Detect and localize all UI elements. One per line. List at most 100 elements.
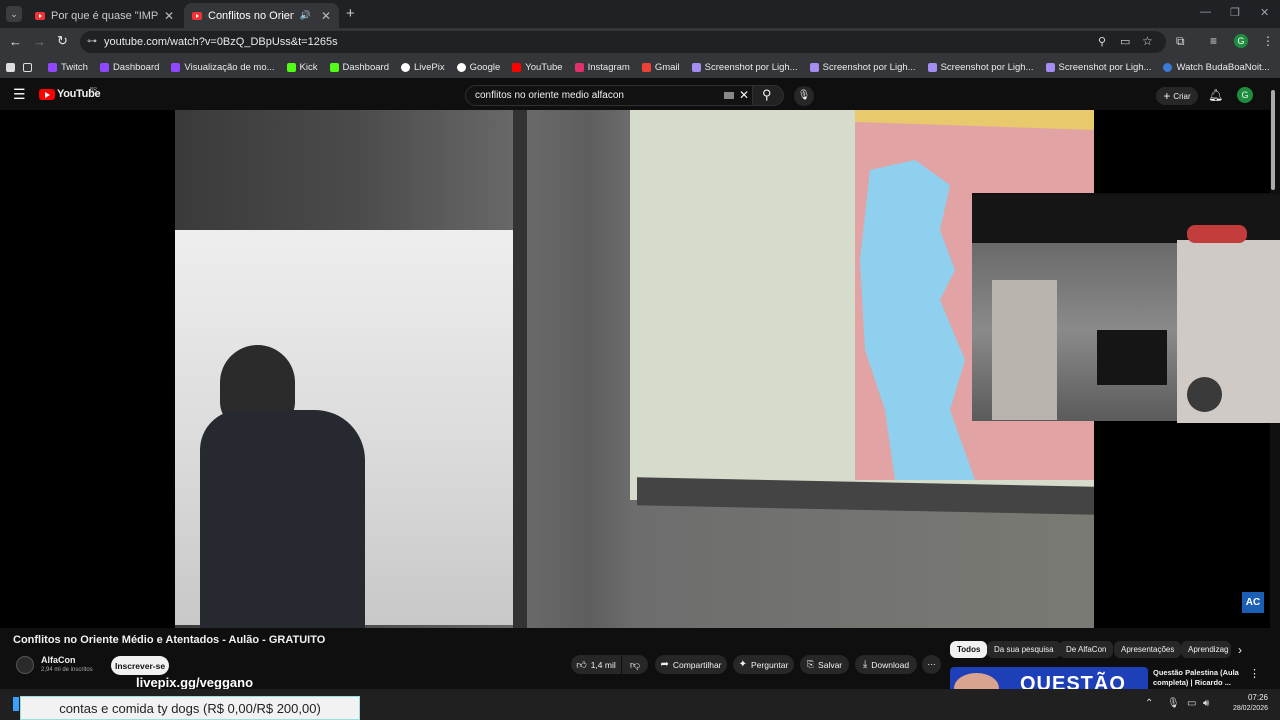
apps-icon[interactable] (6, 62, 15, 72)
bookmark-star-icon[interactable]: ☆ (1142, 34, 1153, 48)
clock-date[interactable]: 28/02/2026 (1218, 705, 1268, 712)
minimize-icon[interactable]: — (1200, 6, 1211, 18)
lightshot-icon (809, 62, 819, 72)
subscribe-button[interactable]: Inscrever-se (111, 656, 169, 675)
hamburger-menu-icon[interactable]: ☰ (13, 87, 26, 101)
tab-title: Por que é quase "IMPOSSÍVEL" (51, 9, 158, 22)
bookmark-screenshot-4[interactable]: Screenshot por Ligh... (1045, 62, 1151, 73)
reading-list-icon[interactable]: ≡ (1210, 34, 1217, 48)
bookmark-google[interactable]: Google (456, 62, 500, 73)
chip-aprendizagem[interactable]: Aprendizag (1181, 641, 1231, 658)
related-video-thumbnail[interactable]: QUESTÃO (950, 667, 1148, 689)
cast-icon[interactable]: ▭ (1120, 35, 1130, 48)
channel-avatar[interactable] (16, 656, 34, 674)
like-button[interactable]: 👍︎ 1,4 mil (571, 655, 621, 674)
bookmark-instagram[interactable]: Instagram (574, 62, 630, 73)
thumbs-down-icon: 👎︎ (629, 659, 641, 671)
thumbs-up-icon: 👍︎ (576, 659, 587, 671)
bookmark-screenshot-1[interactable]: Screenshot por Ligh... (691, 62, 798, 73)
thumbnail-face (954, 673, 999, 689)
livepix-icon (400, 62, 410, 72)
search-input[interactable]: conflitos no oriente medio alfacon ✕ (465, 85, 753, 106)
bookmark-budaboanoite[interactable]: Watch BudaBoaNoit... (1163, 62, 1270, 73)
share-button[interactable]: ➦ Compartilhar (655, 655, 727, 674)
bookmark-kick[interactable]: Kick (286, 62, 318, 73)
start-icon[interactable] (13, 697, 19, 711)
bookmarks-bar: Twitch Dashboard Visualização de mo... K… (0, 56, 1280, 127)
tab-search-chevron-icon[interactable]: ⌄ (6, 6, 22, 22)
site-info-icon[interactable]: ⊶ (87, 36, 97, 47)
watch-party-icon (1163, 62, 1173, 72)
bookmark-gmail[interactable]: Gmail (641, 62, 680, 73)
tab-groups-icon[interactable] (23, 62, 32, 72)
tab-inactive[interactable]: Por que é quase "IMPOSSÍVEL" ✕ (27, 3, 182, 28)
ask-button[interactable]: ✦ Perguntar (733, 655, 794, 674)
tray-chevron-icon[interactable]: ⌃ (1145, 698, 1153, 709)
download-button[interactable]: ⤓ Download (855, 655, 917, 674)
twitch-icon (48, 62, 57, 72)
address-bar[interactable]: ⊶ youtube.com/watch?v=0BzQ_DBpUss&t=1265… (80, 31, 1166, 53)
channel-name[interactable]: AlfaCon (41, 655, 76, 665)
bookmark-screenshot-2[interactable]: Screenshot por Ligh... (809, 62, 916, 73)
forward-icon[interactable]: → (33, 34, 46, 49)
voice-search-icon[interactable]: 🎙︎ (794, 86, 814, 106)
url-text: youtube.com/watch?v=0BzQ_DBpUss&t=1265s (104, 36, 338, 48)
bookmark-visualizacao[interactable]: Visualização de mo... (171, 62, 275, 73)
youtube-favicon-icon (192, 11, 202, 20)
clear-search-icon[interactable]: ✕ (739, 88, 749, 102)
video-title: Conflitos no Oriente Médio e Atentados -… (13, 634, 326, 646)
close-tab-icon[interactable]: ✕ (164, 9, 174, 23)
close-tab-icon[interactable]: ✕ (321, 9, 331, 23)
donation-goal-overlay: contas e comida ty dogs (R$ 0,00/R$ 200,… (20, 696, 360, 720)
thumbnail-text: QUESTÃO (1020, 673, 1126, 689)
chip-todos[interactable]: Todos (950, 641, 988, 658)
related-video-title[interactable]: Questão Palestina (Aula completa) | Rica… (1153, 668, 1245, 688)
webcam-tv (1097, 330, 1167, 385)
bookmark-youtube[interactable]: YouTube (512, 62, 563, 73)
presenter-body (200, 410, 365, 628)
reload-icon[interactable]: ↻ (57, 33, 68, 49)
notifications-bell-icon[interactable]: 🔔︎ (1208, 88, 1223, 102)
microphone-icon[interactable]: 🎙︎ (1167, 698, 1180, 709)
profile-avatar[interactable]: G (1234, 34, 1248, 48)
keyboard-icon[interactable] (724, 92, 734, 99)
channel-watermark-icon[interactable]: AC (1242, 593, 1264, 613)
restore-icon[interactable]: ❐ (1230, 6, 1240, 19)
dislike-button[interactable]: 👎︎ (622, 655, 648, 674)
related-more-icon[interactable]: ⋮ (1249, 667, 1260, 680)
network-icon[interactable]: ▭ (1187, 698, 1196, 709)
youtube-avatar[interactable]: G (1237, 87, 1253, 103)
lightshot-icon (691, 62, 701, 72)
bookmark-kick-dashboard[interactable]: Dashboard (329, 62, 389, 73)
page-scrollbar[interactable] (1271, 90, 1275, 190)
chip-apresentacoes[interactable]: Apresentações (1114, 641, 1182, 658)
speaker-icon[interactable]: 🔊 (300, 10, 311, 21)
youtube-logo-icon[interactable] (39, 89, 55, 100)
share-icon: ➦ (660, 659, 669, 670)
search-button[interactable]: ⚲ (752, 85, 784, 106)
clock-time[interactable]: 07:26 (1228, 693, 1268, 702)
bookmark-livepix[interactable]: LivePix (400, 62, 445, 73)
google-icon (456, 62, 466, 72)
save-button[interactable]: ⎘ Salvar (800, 655, 849, 674)
back-icon[interactable]: ← (9, 34, 22, 49)
chip-de-alfacon[interactable]: De AlfaCon (1059, 641, 1114, 658)
chip-da-sua-pesquisa[interactable]: Da sua pesquisa (987, 641, 1061, 658)
menu-kebab-icon[interactable]: ⋮ (1262, 34, 1274, 48)
bookmark-screenshot-3[interactable]: Screenshot por Ligh... (927, 62, 1034, 73)
extensions-icon[interactable]: ⧉ (1176, 34, 1185, 49)
zoom-icon[interactable]: ⚲ (1098, 35, 1106, 48)
bookmark-dashboard[interactable]: Dashboard (99, 62, 159, 73)
livepix-overlay-text: livepix.gg/veggano (136, 675, 254, 690)
kick-icon (329, 62, 339, 72)
create-button[interactable]: + Criar (1156, 87, 1198, 105)
volume-icon[interactable]: 🔊︎ (1203, 698, 1209, 709)
close-window-icon[interactable]: ✕ (1260, 6, 1269, 19)
bookmark-twitch[interactable]: Twitch (48, 62, 88, 73)
chevron-right-icon[interactable]: › (1238, 643, 1242, 657)
tab-active[interactable]: Conflitos no Oriente Médio 🔊 ✕ (184, 3, 339, 28)
new-tab-icon[interactable]: + (346, 5, 355, 22)
more-actions-icon[interactable]: ⋯ (922, 655, 941, 674)
subscriber-count: 2,94 mi de inscritos (41, 667, 93, 673)
search-icon: ⚲ (762, 87, 772, 102)
